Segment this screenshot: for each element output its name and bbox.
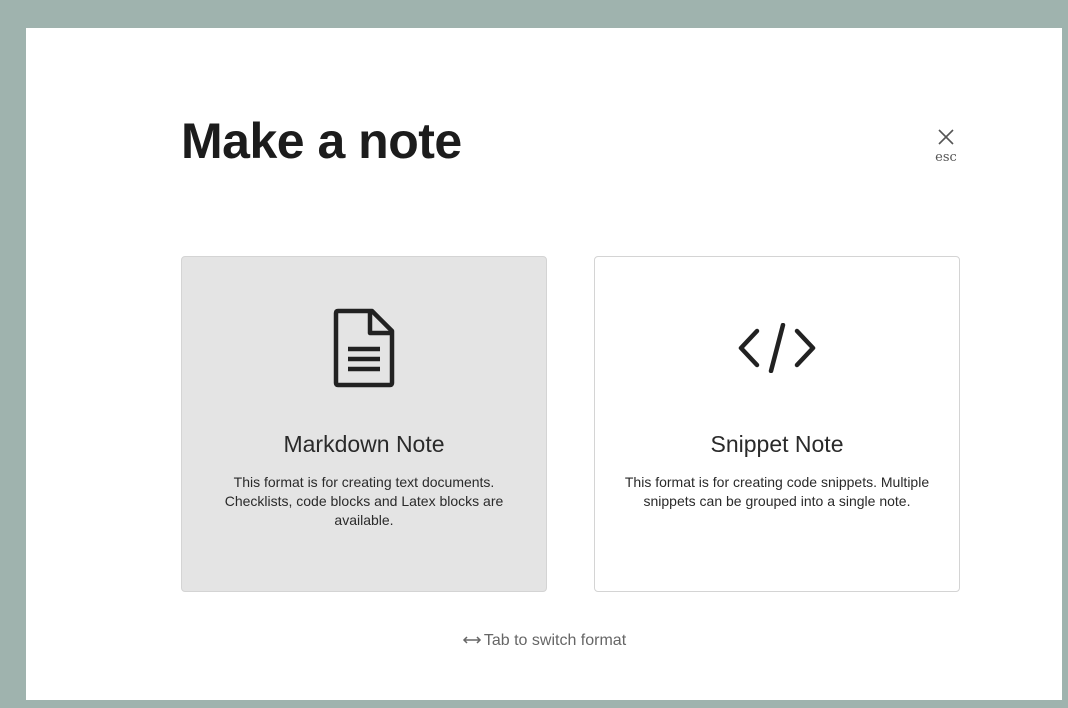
dialog-title: Make a note	[181, 113, 462, 169]
snippet-note-description: This format is for creating code snippet…	[624, 474, 930, 509]
close-button[interactable]: esc	[926, 128, 966, 180]
switch-format-hint-text: Tab to switch format	[483, 632, 627, 649]
close-icon[interactable]	[937, 128, 955, 146]
snippet-note-card[interactable]: Snippet Note This format is for creating…	[594, 256, 960, 592]
new-note-dialog: Make a note esc Markdown Note This forma…	[26, 28, 1062, 700]
document-icon	[182, 307, 546, 389]
left-right-arrow-icon	[462, 636, 481, 644]
switch-format-hint: Tab to switch format	[26, 632, 1062, 650]
markdown-note-title: Markdown Note	[283, 431, 445, 457]
code-icon	[595, 307, 959, 389]
snippet-note-title: Snippet Note	[710, 431, 844, 457]
esc-hint: esc	[935, 150, 957, 165]
markdown-note-card[interactable]: Markdown Note This format is for creatin…	[181, 256, 547, 592]
markdown-note-description: This format is for creating text documen…	[224, 474, 504, 528]
